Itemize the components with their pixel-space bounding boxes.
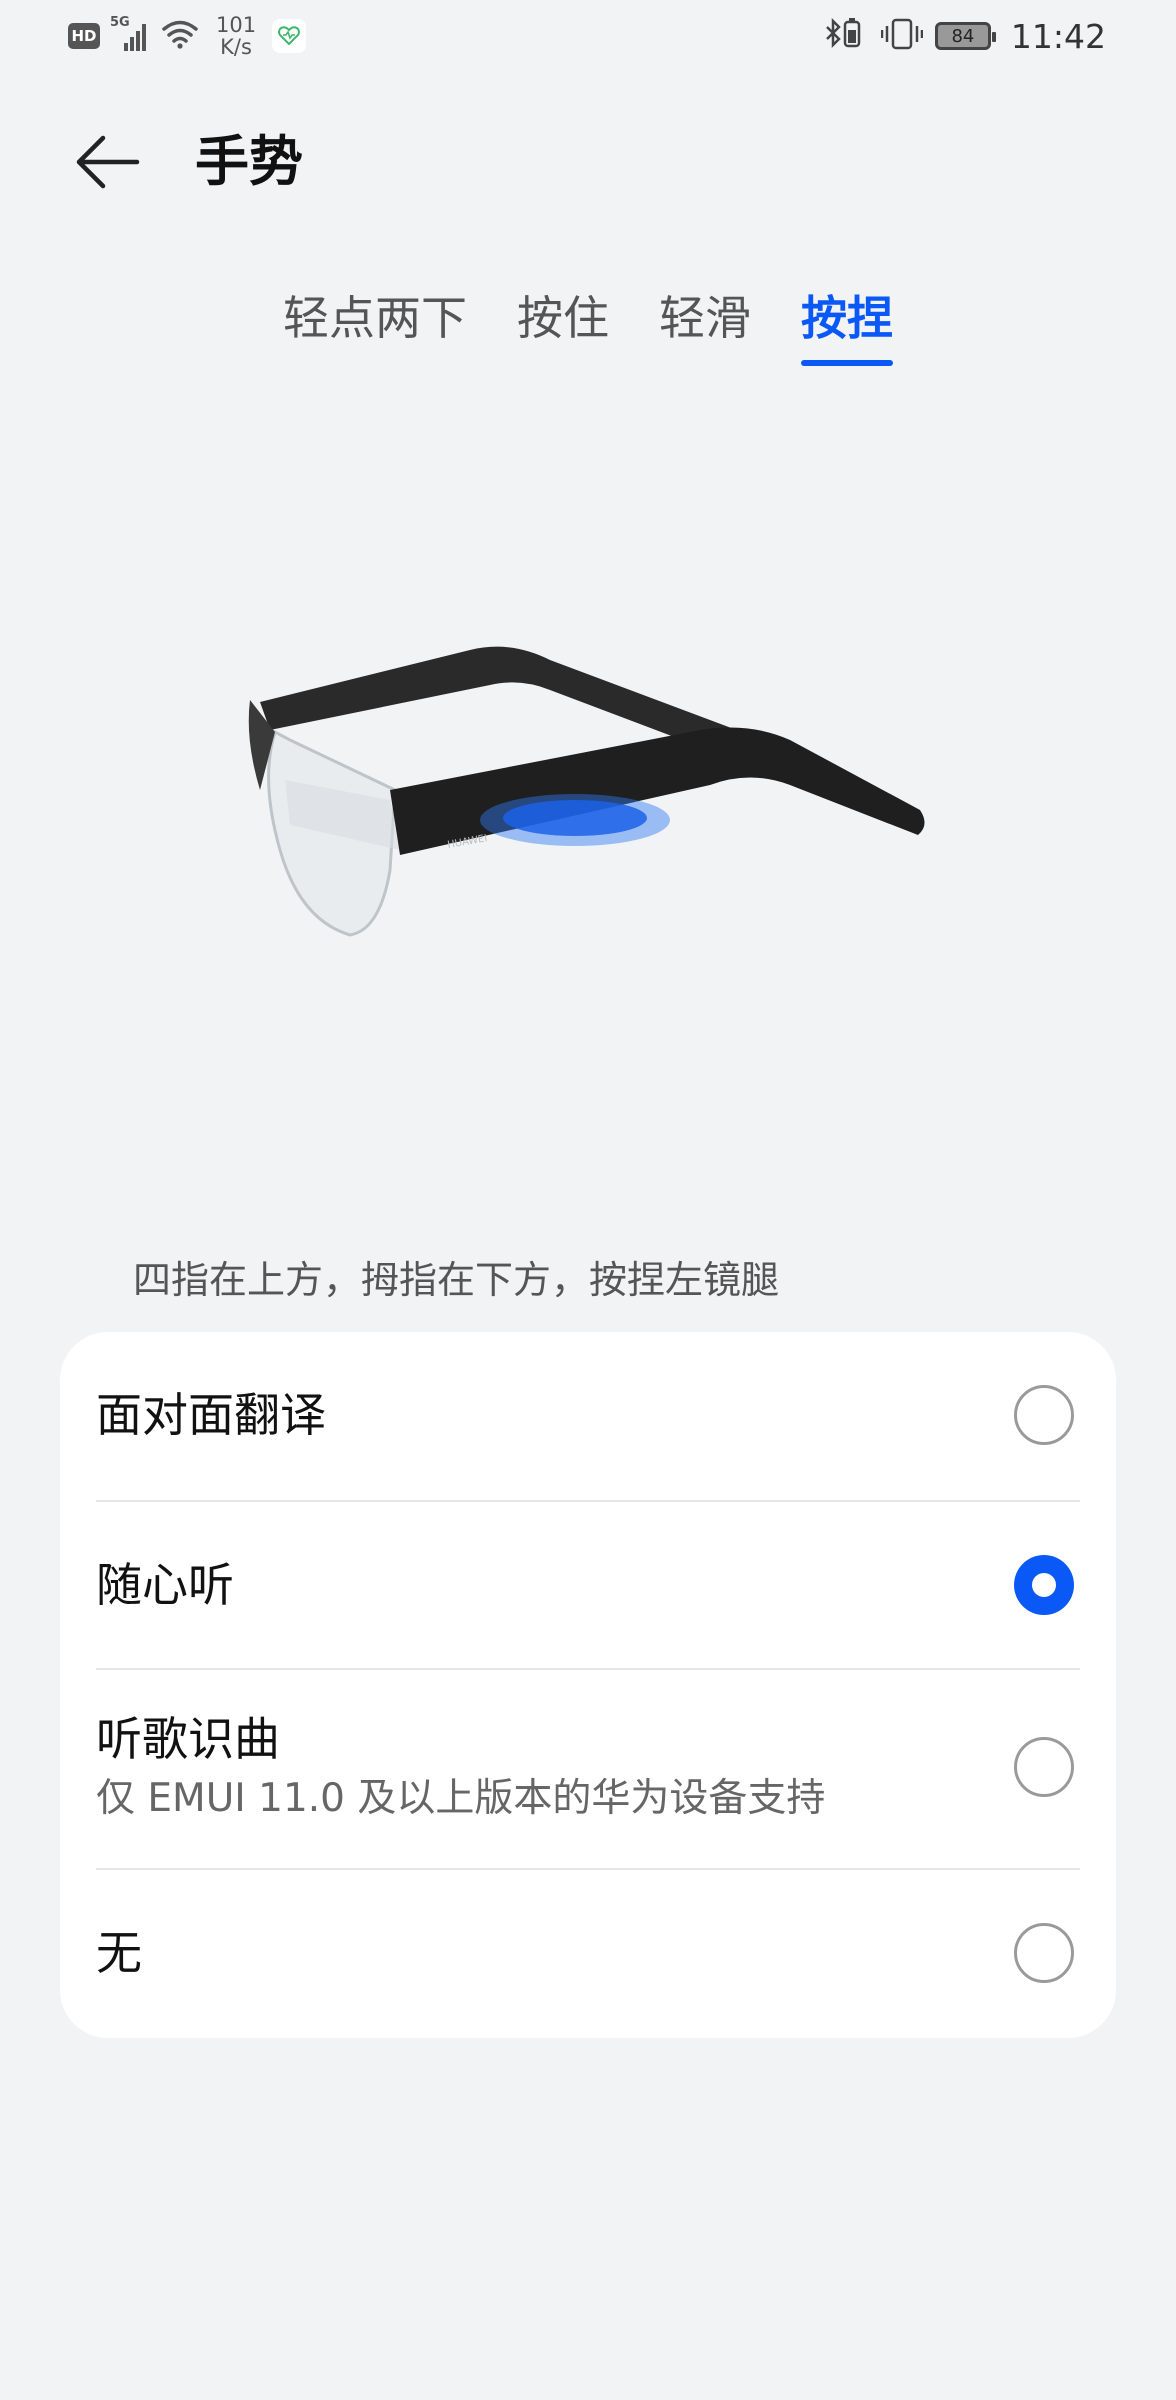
option-listen-anytime[interactable]: 随心听 — [96, 1534, 1080, 1636]
radio-none[interactable] — [1014, 1923, 1074, 1983]
battery-level: 84 — [951, 25, 975, 47]
status-bar: HD 5G 101 K/s 84 11:42 — [0, 0, 1176, 72]
radio-listen-anytime-selected[interactable] — [1014, 1555, 1074, 1615]
tab-double-tap[interactable]: 轻点两下 — [283, 290, 467, 366]
gesture-instruction: 四指在上方，拇指在下方，按捏左镜腿 — [133, 1258, 780, 1302]
signal-icon: 5G — [110, 15, 150, 51]
option-label: 无 — [96, 1926, 142, 1980]
glasses-illustration: HUAWEI — [230, 620, 950, 960]
gesture-tabs: 轻点两下 按住 轻滑 按捏 — [0, 290, 1176, 366]
status-right: 84 11:42 — [823, 12, 1106, 60]
back-button[interactable] — [70, 124, 146, 200]
option-label: 听歌识曲 — [96, 1712, 280, 1766]
net-speed-unit: K/s — [220, 35, 252, 59]
tab-pinch[interactable]: 按捏 — [801, 290, 893, 366]
radio-song-recognition[interactable] — [1014, 1737, 1074, 1797]
app-header: 手势 — [0, 110, 1176, 206]
vibrate-icon — [880, 17, 924, 55]
option-subtitle: 仅 EMUI 11.0 及以上版本的华为设备支持 — [96, 1776, 826, 1821]
radio-face-to-face-translation[interactable] — [1014, 1385, 1074, 1445]
signal-label: 5G — [110, 15, 130, 30]
battery-icon: 84 — [934, 22, 996, 50]
option-label: 随心听 — [96, 1558, 234, 1612]
wifi-icon — [160, 19, 200, 53]
tab-press-hold[interactable]: 按住 — [517, 290, 609, 366]
hd-icon: HD — [68, 23, 100, 49]
option-none[interactable]: 无 — [96, 1902, 1080, 2004]
back-arrow-icon — [76, 135, 140, 189]
net-speed-value: 101 — [216, 13, 257, 37]
divider — [96, 1668, 1080, 1670]
page-title: 手势 — [195, 130, 303, 193]
health-app-icon — [272, 19, 307, 53]
action-options-card: 面对面翻译 随心听 听歌识曲 仅 EMUI 11.0 及以上版本的华为设备支持 … — [60, 1332, 1116, 2038]
clock: 11:42 — [1010, 16, 1106, 56]
net-speed: 101 K/s — [216, 14, 256, 58]
option-song-recognition[interactable]: 听歌识曲 仅 EMUI 11.0 及以上版本的华为设备支持 — [96, 1684, 1080, 1850]
option-label: 面对面翻译 — [96, 1388, 326, 1442]
bluetooth-battery-icon — [823, 17, 869, 55]
option-face-to-face-translation[interactable]: 面对面翻译 — [96, 1364, 1080, 1466]
status-left: HD 5G 101 K/s — [68, 12, 307, 60]
tab-swipe[interactable]: 轻滑 — [659, 290, 751, 366]
divider — [96, 1500, 1080, 1502]
divider — [96, 1868, 1080, 1870]
